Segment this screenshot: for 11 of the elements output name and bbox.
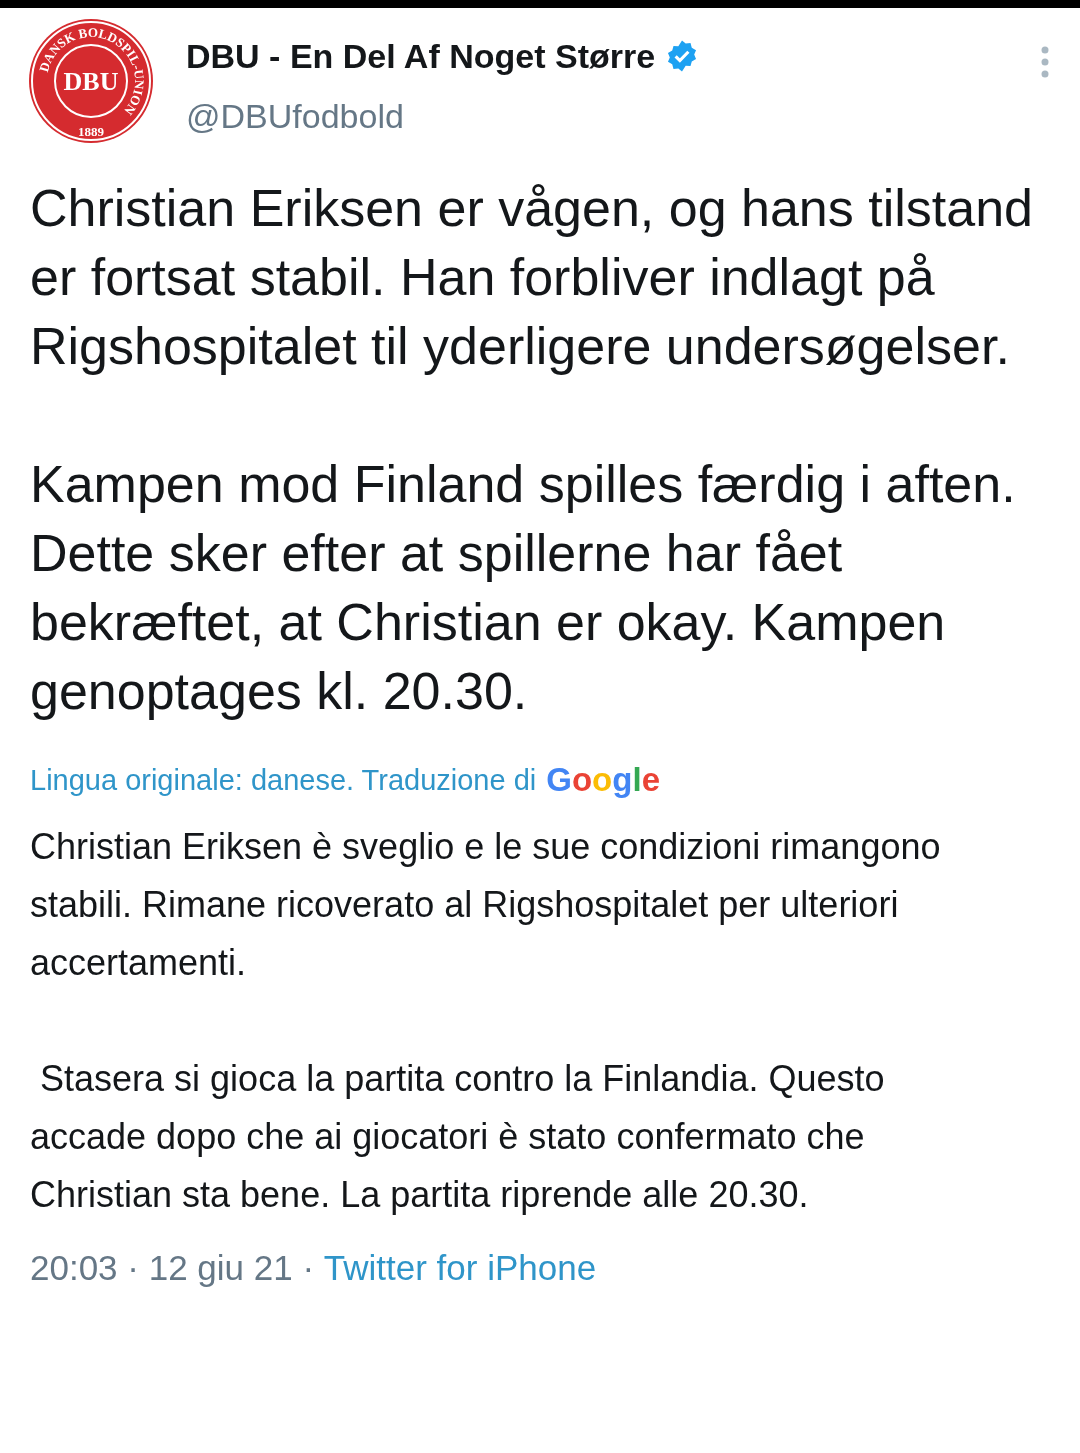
source-link[interactable]: Twitter for iPhone	[323, 1246, 597, 1290]
more-options-icon[interactable]	[1040, 46, 1050, 78]
translation-note: Lingua originale: danese. Traduzione di	[30, 763, 537, 798]
author-handle[interactable]: @DBUfodbold	[186, 96, 1040, 136]
author-name[interactable]: DBU - En Del Af Noget Større	[186, 36, 656, 76]
translated-text: Stasera si gioca la partita contro la Finlandia. Questo accade dopo che ai giocatori è stato confermato che Christian sta bene. La partita riprende alle 20.30.	[30, 1057, 886, 1217]
tweet-text: Kampen mod Finland spilles færdig i aften. Dette sker efter at spillerne har fået bekræftet, at Christian er okay. Kampen genoptages kl. 20.30.	[30, 454, 1017, 722]
google-logo[interactable]: Google	[546, 762, 660, 798]
tweet-text: Christian Eriksen er vågen, og hans tilstand er fortsat stabil. Han forbliver indlagt på Rigshospitalet til yderligere undersøgelser.	[30, 178, 1034, 377]
tweet-timestamp: 20:03 · 12 giu 21 ·	[30, 1247, 316, 1289]
translated-text: Christian Eriksen è sveglio e le sue condizioni rimangono stabili. Rimane ricoverato al Rigshospitalet per ulteriori accertamenti.	[30, 825, 942, 985]
